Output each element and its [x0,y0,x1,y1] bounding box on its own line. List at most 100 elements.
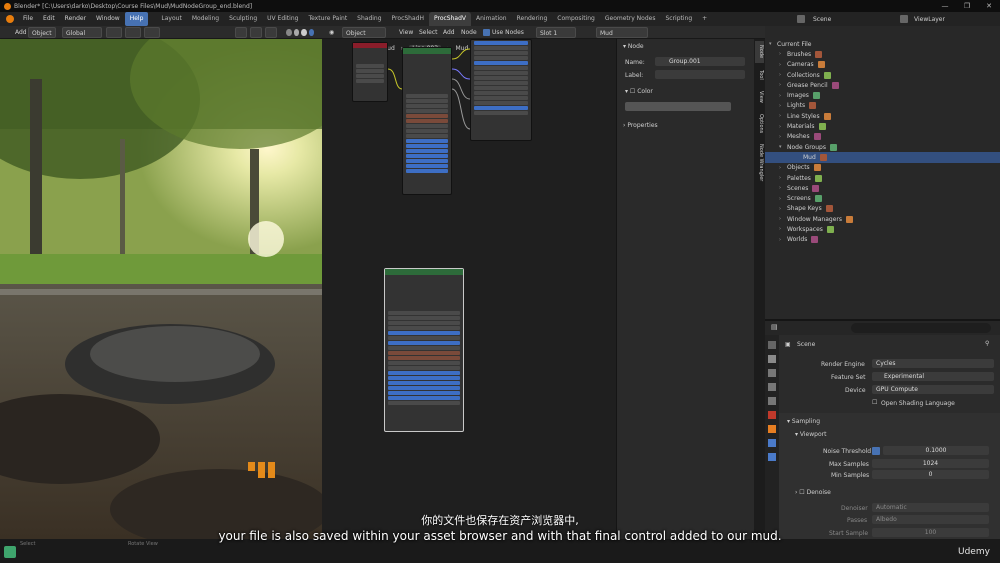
outliner-item-worlds[interactable]: › Worlds [765,235,1000,245]
node-color-swatch[interactable] [625,102,731,111]
outliner-item-collections[interactable]: › Collections [765,70,1000,80]
tab-rendering[interactable]: Rendering [512,12,553,26]
denoise-subheader[interactable]: › ☐ Denoise [795,489,831,496]
expand-arrow-icon[interactable]: › [779,165,787,171]
color-section-header[interactable]: ▾ ☐ Color [625,88,653,95]
expand-arrow-icon[interactable]: › [779,103,787,109]
expand-arrow-icon[interactable]: › [779,175,787,181]
node-editor[interactable]: Mud › Line.003 › Mud [322,39,616,539]
gizmo-icon[interactable] [250,27,262,38]
transform-orientation-dropdown[interactable]: Global [62,27,102,38]
tab-uv-editing[interactable]: UV Editing [262,12,303,26]
outliner-item-line-styles[interactable]: › Line Styles [765,111,1000,121]
minimize-button[interactable]: — [934,0,956,12]
outliner-item-meshes[interactable]: › Meshes [765,132,1000,142]
outliner-item-window-managers[interactable]: › Window Managers [765,214,1000,224]
tab-scripting[interactable]: Scripting [660,12,697,26]
node-mode-dropdown[interactable]: Object [342,27,386,38]
close-button[interactable]: ✕ [978,0,1000,12]
outliner-item-mud[interactable]: Mud [765,152,1000,163]
outliner-item-node-groups[interactable]: ▾ Node Groups [765,142,1000,152]
overlay-icon[interactable] [265,27,277,38]
scene-selector[interactable]: Scene [797,13,831,25]
outliner-item-screens[interactable]: › Screens [765,193,1000,203]
outliner-item-workspaces[interactable]: › Workspaces [765,224,1000,234]
visibility-icon[interactable] [235,27,247,38]
outliner-item-scenes[interactable]: › Scenes [765,183,1000,193]
noise-threshold-checkbox[interactable] [872,447,880,455]
expand-arrow-icon[interactable]: › [779,196,787,202]
menu-edit[interactable]: Edit [38,12,60,26]
pivot-dropdown[interactable] [106,27,122,38]
menu-render[interactable]: Render [60,12,91,26]
object-tab-icon[interactable] [768,425,776,433]
scene-tab-icon[interactable] [768,397,776,405]
node-select-menu[interactable]: Select [416,27,441,38]
viewport-add-menu[interactable]: Add [12,27,30,38]
menu-window[interactable]: Window [91,12,125,26]
properties-editor-icon[interactable]: ▤ [771,323,778,331]
proportional-toggle[interactable] [144,27,160,38]
expand-arrow-icon[interactable]: › [779,113,787,119]
tab-texture-paint[interactable]: Texture Paint [303,12,352,26]
shading-modes[interactable] [283,27,317,38]
add-workspace-button[interactable]: + [697,12,712,26]
outliner-item-shape-keys[interactable]: › Shape Keys [765,204,1000,214]
outliner-item-cameras[interactable]: › Cameras [765,60,1000,70]
denoiser-dropdown[interactable]: Automatic [872,503,989,512]
osl-checkbox[interactable]: ☐ [872,399,877,406]
feature-set-dropdown[interactable]: Experimental [872,372,994,381]
node-section-header[interactable]: ▾ Node [623,43,644,50]
modifier-tab-icon[interactable] [768,439,776,447]
expand-arrow-icon[interactable]: › [779,124,787,130]
outliner-item-brushes[interactable]: › Brushes [765,49,1000,59]
node-view-menu[interactable]: View [396,27,416,38]
menu-help[interactable]: Help [124,12,149,26]
tab-layout[interactable]: Layout [156,12,186,26]
properties-search-input[interactable] [851,323,991,333]
viewport-subheader[interactable]: ▾ Viewport [795,431,826,438]
outliner-item-objects[interactable]: › Objects [765,163,1000,173]
expand-arrow-icon[interactable]: › [779,72,787,78]
use-nodes-toggle[interactable]: Use Nodes [480,27,527,38]
pin-icon[interactable]: ⚲ [985,340,989,347]
tool-tab-icon[interactable] [768,341,776,349]
outliner-root[interactable]: ▾ Current File [765,39,1000,49]
node-name-field[interactable]: Group.001 [655,57,745,66]
tab-node[interactable]: Node [755,41,764,63]
view-layer-tab-icon[interactable] [768,383,776,391]
max-samples-field[interactable]: 1024 [872,459,989,468]
render-engine-dropdown[interactable]: Cycles [872,359,994,368]
expand-arrow-icon[interactable]: › [779,82,787,88]
tab-geometry-nodes[interactable]: Geometry Nodes [600,12,661,26]
viewlayer-selector[interactable]: ViewLayer [900,13,945,25]
slot-dropdown[interactable]: Slot 1 [536,27,576,38]
expand-arrow-icon[interactable]: › [779,51,787,57]
material-dropdown[interactable]: Mud [596,27,648,38]
tab-sculpting[interactable]: Sculpting [224,12,262,26]
tab-modeling[interactable]: Modeling [187,12,224,26]
render-tab-icon[interactable] [768,355,776,363]
selected-mud-node[interactable] [384,268,464,432]
node-node-menu[interactable]: Node [458,27,480,38]
physics-tab-icon[interactable] [768,453,776,461]
sampling-header[interactable]: ▾ Sampling [787,418,820,425]
outliner-item-materials[interactable]: › Materials [765,121,1000,131]
output-tab-icon[interactable] [768,369,776,377]
expand-arrow-icon[interactable]: ▾ [779,144,787,150]
world-tab-icon[interactable] [768,411,776,419]
expand-arrow-icon[interactable]: › [779,237,787,243]
tab-node-wrangler[interactable]: Node Wrangler [755,141,764,185]
expand-arrow-icon[interactable]: › [779,185,787,191]
tab-procshadv[interactable]: ProcShadV [428,12,472,26]
tab-animation[interactable]: Animation [471,12,512,26]
tab-options[interactable]: Options [755,111,764,137]
expand-arrow-icon[interactable]: › [779,226,787,232]
outliner-item-lights[interactable]: › Lights [765,101,1000,111]
maximize-button[interactable]: ❐ [956,0,978,12]
tab-view[interactable]: View [755,87,764,107]
device-dropdown[interactable]: GPU Compute [872,385,994,394]
properties-section-header[interactable]: › Properties [623,122,658,129]
expand-arrow-icon[interactable]: › [779,206,787,212]
expand-arrow-icon[interactable]: › [779,134,787,140]
